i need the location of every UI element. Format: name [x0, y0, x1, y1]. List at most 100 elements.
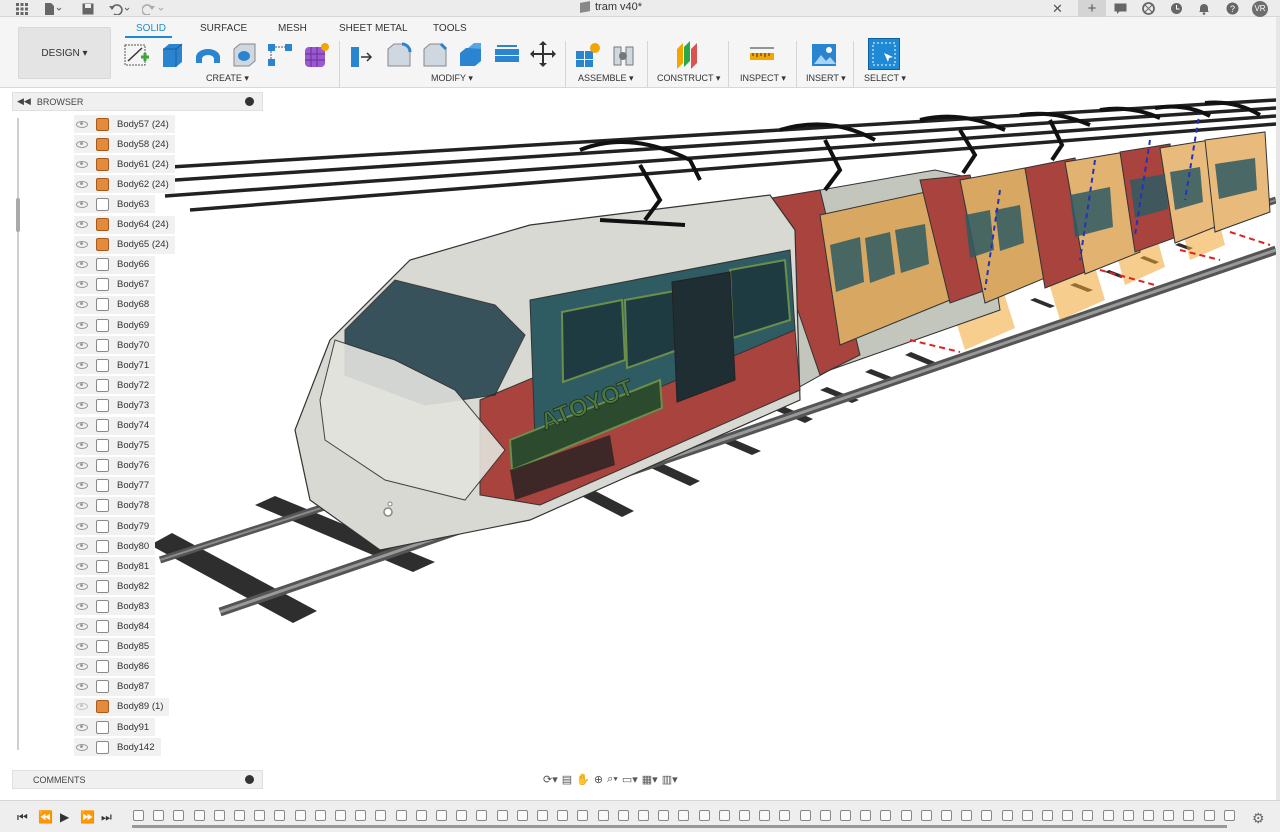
visibility-eye-icon[interactable] — [76, 140, 88, 148]
timeline-feature-icon[interactable] — [456, 810, 468, 821]
timeline-feature-icon[interactable] — [941, 810, 952, 821]
visibility-eye-icon[interactable] — [76, 623, 88, 630]
browser-item[interactable]: Body142 — [74, 738, 161, 757]
workspace-switcher-button[interactable]: DESIGN ▾ — [18, 27, 111, 79]
orbit-icon[interactable]: ⟳▾ — [543, 773, 558, 786]
timeline-feature-icon[interactable] — [638, 810, 649, 821]
timeline-feature-icon[interactable] — [698, 810, 710, 821]
timeline-feature-icon[interactable] — [173, 810, 185, 821]
hole-icon[interactable] — [231, 39, 259, 69]
timeline-feature-icon[interactable] — [819, 810, 831, 821]
browser-scrollbar-thumb[interactable] — [16, 198, 20, 232]
browser-item[interactable]: Body72 — [74, 376, 156, 395]
chamfer-icon[interactable] — [421, 39, 449, 69]
timeline-feature-icon[interactable] — [900, 810, 912, 821]
timeline-feature-icon[interactable] — [1143, 810, 1154, 821]
timeline-feature-icon[interactable] — [880, 810, 892, 821]
assemble-menu[interactable]: ASSEMBLE ▾ — [578, 73, 634, 84]
measure-icon[interactable] — [748, 39, 776, 69]
help-icon[interactable]: ? — [1218, 0, 1246, 17]
visibility-eye-icon[interactable] — [76, 562, 88, 570]
visibility-eye-icon[interactable] — [76, 180, 88, 188]
browser-item[interactable]: Body71 — [74, 356, 156, 375]
timeline-feature-icon[interactable] — [1001, 810, 1013, 821]
timeline-feature-icon[interactable] — [335, 810, 346, 821]
timeline-feature-icon[interactable] — [961, 810, 973, 821]
visibility-eye-icon[interactable] — [76, 743, 88, 751]
timeline-feature-icon[interactable] — [658, 810, 670, 821]
fillet-icon[interactable] — [385, 39, 413, 69]
timeline-feature-icon[interactable] — [395, 810, 407, 821]
timeline-feature-icon[interactable] — [860, 810, 872, 821]
timeline-feature-icon[interactable] — [617, 810, 629, 821]
visibility-eye-icon[interactable] — [76, 442, 88, 450]
new-tab-icon[interactable]: + — [1078, 0, 1106, 17]
insert-menu[interactable]: INSERT ▾ — [806, 73, 846, 84]
visibility-hidden-icon[interactable] — [76, 703, 88, 711]
visibility-eye-icon[interactable] — [76, 522, 88, 530]
new-component-icon[interactable] — [574, 39, 602, 69]
browser-item[interactable]: Body78 — [74, 496, 156, 515]
timeline-feature-icon[interactable] — [1163, 810, 1175, 821]
visibility-eye-icon[interactable] — [76, 261, 88, 269]
browser-item[interactable]: Body58 (24) — [74, 135, 175, 154]
notifications-bell-icon[interactable] — [1190, 0, 1218, 17]
timeline-feature-icon[interactable] — [1042, 810, 1053, 821]
visibility-eye-icon[interactable] — [76, 241, 88, 249]
comments-header[interactable]: COMMENTS — [12, 770, 263, 789]
timeline-feature-icon[interactable] — [537, 810, 548, 821]
timeline-feature-icon[interactable] — [557, 810, 569, 821]
browser-item[interactable]: Body87 — [74, 677, 156, 696]
timeline-feature-icon[interactable] — [496, 810, 508, 821]
browser-item[interactable]: Body70 — [74, 336, 156, 355]
visibility-eye-icon[interactable] — [76, 422, 88, 429]
browser-item[interactable]: Body62 (24) — [74, 175, 175, 194]
timeline-feature-icon[interactable] — [436, 810, 447, 821]
visibility-eye-icon[interactable] — [76, 120, 88, 128]
browser-item[interactable]: Body79 — [74, 517, 156, 535]
browser-item[interactable]: Body75 — [74, 436, 156, 455]
browser-item[interactable]: Body68 — [74, 295, 156, 314]
browser-item[interactable]: Body66 — [74, 255, 156, 274]
extrude-icon[interactable] — [158, 39, 186, 69]
timeline-feature-icon[interactable] — [1082, 810, 1094, 821]
browser-item[interactable]: Body83 — [74, 597, 156, 616]
modify-menu[interactable]: MODIFY ▾ — [431, 73, 473, 84]
timeline-feature-icon[interactable] — [355, 810, 367, 821]
browser-item[interactable]: Body76 — [74, 456, 156, 475]
visibility-eye-icon[interactable] — [76, 401, 88, 409]
timeline-feature-icon[interactable] — [1183, 810, 1195, 821]
visibility-eye-icon[interactable] — [76, 281, 88, 289]
timeline-feature-icon[interactable] — [1223, 810, 1235, 821]
visibility-eye-icon[interactable] — [76, 542, 88, 550]
visibility-eye-icon[interactable] — [76, 381, 88, 389]
timeline-feature-icon[interactable] — [840, 810, 851, 821]
visibility-eye-icon[interactable] — [76, 160, 88, 168]
browser-item[interactable]: Body57 (24) — [74, 115, 175, 133]
timeline-feature-icon[interactable] — [153, 810, 165, 821]
browser-item[interactable]: Body69 — [74, 316, 156, 334]
browser-item[interactable]: Body74 — [74, 416, 156, 435]
timeline-feature-icon[interactable] — [981, 810, 993, 821]
redo-icon[interactable] — [142, 0, 166, 17]
select-menu[interactable]: SELECT ▾ — [864, 73, 906, 84]
visibility-eye-icon[interactable] — [76, 482, 88, 490]
browser-item[interactable]: Body77 — [74, 476, 156, 495]
tab-surface[interactable]: SURFACE — [200, 23, 247, 34]
timeline-feature-icon[interactable] — [739, 810, 750, 821]
browser-item[interactable]: Body84 — [74, 617, 156, 636]
revolve-icon[interactable] — [194, 39, 222, 69]
browser-item[interactable]: Body64 (24) — [74, 215, 175, 234]
combine-icon[interactable] — [493, 39, 521, 69]
timeline-feature-icon[interactable] — [375, 810, 387, 821]
create-menu[interactable]: CREATE ▾ — [206, 73, 249, 84]
joint-icon[interactable] — [610, 39, 638, 69]
browser-item[interactable]: Body73 — [74, 396, 156, 415]
form-icon[interactable] — [302, 39, 330, 69]
timeline-feature-icon[interactable] — [294, 810, 306, 821]
timeline-feature-icon[interactable] — [597, 810, 609, 821]
browser-item[interactable]: Body91 — [74, 718, 156, 736]
tab-mesh[interactable]: MESH — [278, 23, 307, 34]
fit-icon[interactable]: ⌕▾ — [607, 773, 618, 786]
visibility-eye-icon[interactable] — [76, 301, 88, 309]
